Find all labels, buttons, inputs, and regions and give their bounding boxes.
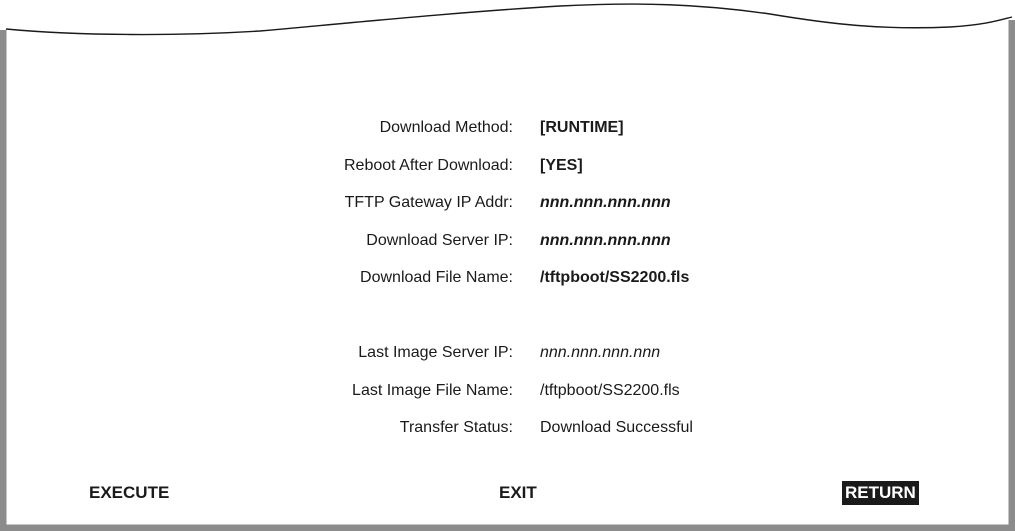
field-label: Download File Name: bbox=[360, 269, 513, 286]
field-reboot-after-download[interactable]: Reboot After Download: [YES] bbox=[0, 155, 1015, 177]
field-download-method[interactable]: Download Method: [RUNTIME] bbox=[0, 117, 1015, 139]
download-file-name-value[interactable]: /tftpboot/SS2200.fls bbox=[540, 267, 689, 289]
transfer-status-value: Download Successful bbox=[540, 419, 693, 436]
status-last-image-file-name: Last Image File Name: /tftpboot/SS2200.f… bbox=[0, 380, 1015, 402]
last-image-file-name-value: /tftpboot/SS2200.fls bbox=[540, 382, 680, 399]
field-tftp-gateway-ip[interactable]: TFTP Gateway IP Addr: nnn.nnn.nnn.nnn bbox=[0, 192, 1015, 214]
status-label: Last Image Server IP: bbox=[358, 344, 513, 361]
field-download-file-name[interactable]: Download File Name: /tftpboot/SS2200.fls bbox=[0, 267, 1015, 289]
return-action[interactable]: RETURN bbox=[842, 481, 919, 505]
field-label: TFTP Gateway IP Addr: bbox=[344, 194, 513, 211]
download-method-value[interactable]: [RUNTIME] bbox=[540, 117, 624, 139]
status-label: Transfer Status: bbox=[399, 419, 513, 436]
download-server-ip-value[interactable]: nnn.nnn.nnn.nnn bbox=[540, 230, 671, 252]
execute-action[interactable]: EXECUTE bbox=[89, 481, 169, 505]
exit-action[interactable]: EXIT bbox=[499, 481, 537, 505]
last-image-server-ip-value: nnn.nnn.nnn.nnn bbox=[540, 344, 661, 361]
status-transfer-status: Transfer Status: Download Successful bbox=[0, 417, 1015, 439]
field-label: Download Server IP: bbox=[366, 232, 513, 249]
tftp-gateway-ip-value[interactable]: nnn.nnn.nnn.nnn bbox=[540, 192, 671, 214]
download-form: Download Method: [RUNTIME] Reboot After … bbox=[0, 0, 1015, 531]
field-label: Download Method: bbox=[379, 119, 513, 136]
field-download-server-ip[interactable]: Download Server IP: nnn.nnn.nnn.nnn bbox=[0, 230, 1015, 252]
reboot-after-download-value[interactable]: [YES] bbox=[540, 155, 583, 177]
status-last-image-server-ip: Last Image Server IP: nnn.nnn.nnn.nnn bbox=[0, 342, 1015, 364]
status-label: Last Image File Name: bbox=[352, 382, 513, 399]
field-label: Reboot After Download: bbox=[344, 157, 513, 174]
